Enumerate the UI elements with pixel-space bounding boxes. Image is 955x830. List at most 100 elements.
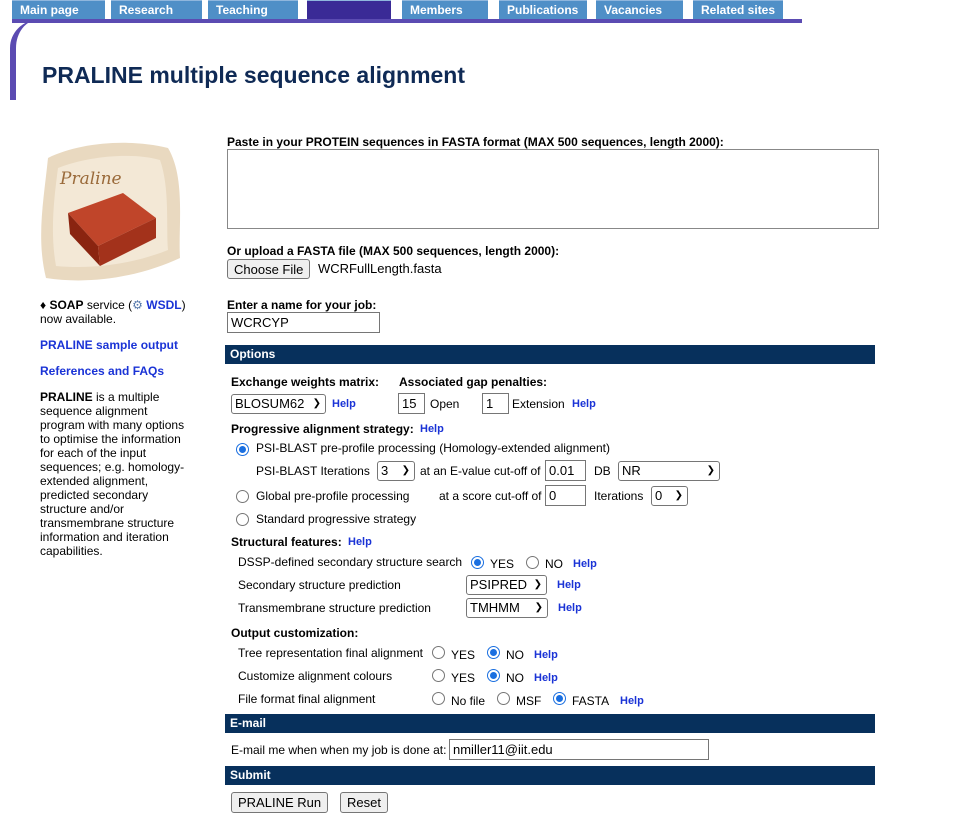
format-msf-radio[interactable] <box>497 692 510 705</box>
standard-strategy-radio[interactable] <box>236 513 249 526</box>
nav-tab-related-sites[interactable]: Related sites <box>693 0 783 19</box>
help-link-progressive[interactable]: Help <box>420 423 444 435</box>
colours-yes-label: YES <box>451 671 476 685</box>
score-cutoff-input[interactable] <box>545 485 586 506</box>
tree-label: Tree representation final alignment <box>238 646 423 660</box>
desc-line: extended alignment, <box>40 474 149 488</box>
job-name-input[interactable] <box>227 312 380 333</box>
help-link-tm[interactable]: Help <box>558 602 582 614</box>
psi-iterations-value: 3 <box>381 463 389 478</box>
tm-prediction-select[interactable]: TMHMM ❯ <box>466 598 548 618</box>
colours-yes-radio[interactable] <box>432 669 445 682</box>
soap-available: now available. <box>40 312 117 326</box>
nav-tab-members[interactable]: Members <box>402 0 488 19</box>
gap-extension-input[interactable] <box>482 393 509 414</box>
praline-run-button[interactable]: PRALINE Run <box>231 792 329 813</box>
progressive-label: Progressive alignment strategy: <box>231 422 414 436</box>
psi-iterations-select[interactable]: 3 ❯ <box>377 461 415 481</box>
dssp-no-label: NO <box>545 557 563 571</box>
desc-line: program with many options <box>40 418 185 432</box>
tree-no-radio[interactable] <box>487 646 500 659</box>
help-link-matrix[interactable]: Help <box>332 398 356 410</box>
ss-prediction-label: Secondary structure prediction <box>238 578 401 592</box>
submit-header: Submit <box>225 766 875 785</box>
nav-tab-teaching[interactable]: Teaching <box>208 0 298 19</box>
global-profile-label: Global pre-profile processing <box>256 489 410 503</box>
nav-tab-research[interactable]: Research <box>111 0 202 19</box>
db-label: DB <box>594 464 611 478</box>
desc-line: structure and/or <box>40 502 125 516</box>
chevron-down-icon: ❯ <box>534 602 543 613</box>
dssp-no-radio[interactable] <box>526 556 539 569</box>
ss-prediction-select[interactable]: PSIPRED ❯ <box>466 575 547 595</box>
sequence-textarea[interactable] <box>227 149 879 229</box>
help-link-gap[interactable]: Help <box>572 398 596 410</box>
help-link-format[interactable]: Help <box>620 695 644 707</box>
standard-strategy-label: Standard progressive strategy <box>256 512 417 526</box>
gap-open-input[interactable] <box>398 393 425 414</box>
evalue-label: at an E-value cut-off of <box>420 464 541 478</box>
desc-line: sequences; e.g. homology- <box>40 460 185 474</box>
email-input[interactable] <box>449 739 709 760</box>
structural-features-label: Structural features: <box>231 535 342 549</box>
desc-line: is a multiple <box>96 390 160 404</box>
chevron-down-icon: ❯ <box>706 465 715 476</box>
dssp-yes-radio[interactable] <box>471 556 484 569</box>
soap-notice: ♦ SOAP service (⚙ WSDL) now available. <box>40 298 190 326</box>
desc-line: transmembrane structure <box>40 516 175 530</box>
desc-line: capabilities. <box>40 544 103 558</box>
nav-tab-vacancies[interactable]: Vacancies <box>596 0 683 19</box>
desc-line: sequence alignment <box>40 404 148 418</box>
format-msf-label: MSF <box>516 694 542 708</box>
tm-prediction-value: TMHMM <box>470 600 520 615</box>
sample-output-link[interactable]: PRALINE sample output <box>40 338 190 352</box>
help-link-tree[interactable]: Help <box>534 649 558 661</box>
nav-tab-current[interactable] <box>307 0 391 19</box>
help-link-colours[interactable]: Help <box>534 672 558 684</box>
format-nofile-label: No file <box>451 694 486 708</box>
help-link-ss[interactable]: Help <box>557 579 581 591</box>
tree-no-label: NO <box>506 648 524 662</box>
nav-tab-publications[interactable]: Publications <box>499 0 587 19</box>
gap-extension-label: Extension <box>512 397 565 411</box>
logo-text: Praline <box>59 169 122 189</box>
frame-curve <box>10 20 40 100</box>
format-nofile-radio[interactable] <box>432 692 445 705</box>
reset-button[interactable]: Reset <box>340 792 388 813</box>
psi-blast-label: PSI-BLAST pre-profile processing (Homolo… <box>256 441 610 455</box>
db-select[interactable]: NR ❯ <box>618 461 720 481</box>
format-label: File format final alignment <box>238 692 376 706</box>
wsdl-link[interactable]: WSDL <box>146 298 181 312</box>
global-profile-radio[interactable] <box>236 490 249 503</box>
help-link-dssp[interactable]: Help <box>573 558 597 570</box>
file-name: WCRFullLength.fasta <box>318 261 442 276</box>
colours-no-radio[interactable] <box>487 669 500 682</box>
psi-blast-radio[interactable] <box>236 443 249 456</box>
dssp-yes-label: YES <box>490 557 515 571</box>
format-fasta-radio[interactable] <box>553 692 566 705</box>
help-link-structural[interactable]: Help <box>348 536 372 548</box>
chevron-down-icon: ❯ <box>533 579 542 590</box>
gear-icon: ⚙ <box>132 298 143 312</box>
exchange-matrix-label: Exchange weights matrix: <box>231 375 380 389</box>
iterations-select[interactable]: 0 ❯ <box>651 486 688 506</box>
references-link[interactable]: References and FAQs <box>40 364 190 378</box>
iterations-value: 0 <box>655 488 663 503</box>
matrix-select[interactable]: BLOSUM62 ❯ <box>231 394 326 414</box>
email-label: E-mail me when when my job is done at: <box>231 743 447 757</box>
choose-file-button[interactable]: Choose File <box>227 259 311 279</box>
desc-bold: PRALINE <box>40 390 93 404</box>
output-customization-label: Output customization: <box>231 626 359 640</box>
tree-yes-radio[interactable] <box>432 646 445 659</box>
soap-text: service ( <box>86 298 133 312</box>
desc-line: for each of the input <box>40 446 147 460</box>
options-header: Options <box>225 345 875 364</box>
evalue-input[interactable] <box>545 460 586 481</box>
chevron-down-icon: ❯ <box>312 398 321 409</box>
matrix-value: BLOSUM62 <box>235 396 305 411</box>
dssp-label: DSSP-defined secondary structure search <box>238 555 463 569</box>
top-navigation: Main page Research Teaching Members Publ… <box>0 0 802 23</box>
iterations-label: Iterations <box>594 489 644 503</box>
nav-tab-main-page[interactable]: Main page <box>12 0 105 19</box>
psi-iterations-label: PSI-BLAST Iterations <box>256 464 370 478</box>
